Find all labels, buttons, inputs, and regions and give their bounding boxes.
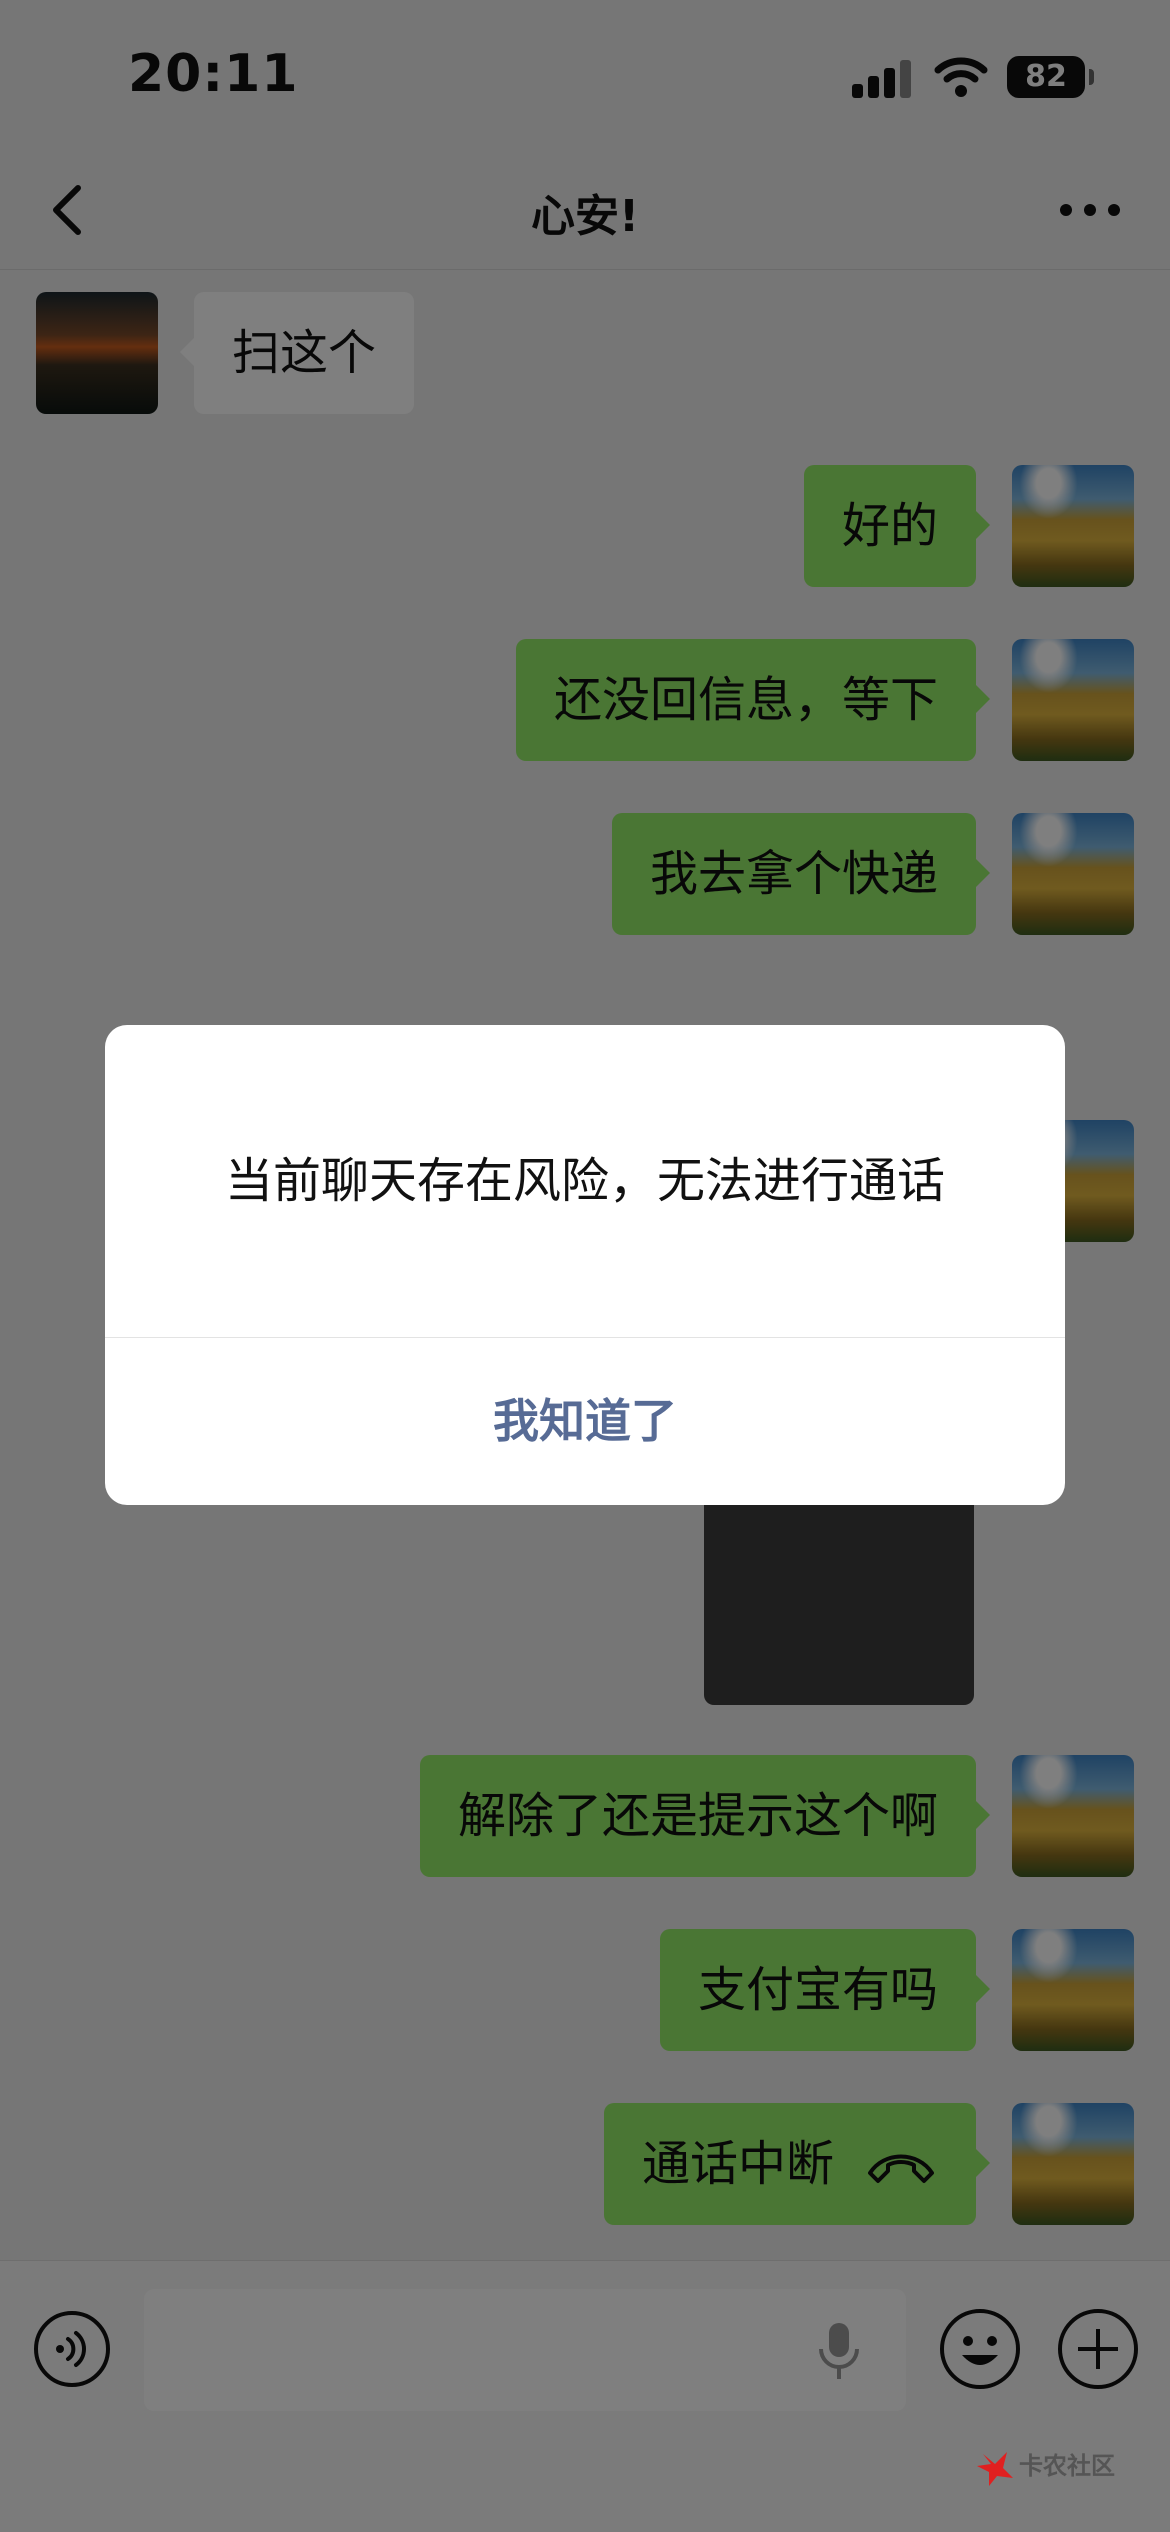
dialog-message: 当前聊天存在风险，无法进行通话 — [224, 1153, 945, 1209]
acknowledge-button[interactable]: 我知道了 — [105, 1338, 1065, 1505]
watermark-text: 卡农社区 — [1019, 2452, 1115, 2480]
watermark: 卡农社区 — [975, 2442, 1155, 2498]
watermark-logo-icon — [977, 2452, 1013, 2486]
risk-alert-dialog: 当前聊天存在风险，无法进行通话 我知道了 — [105, 1025, 1065, 1505]
